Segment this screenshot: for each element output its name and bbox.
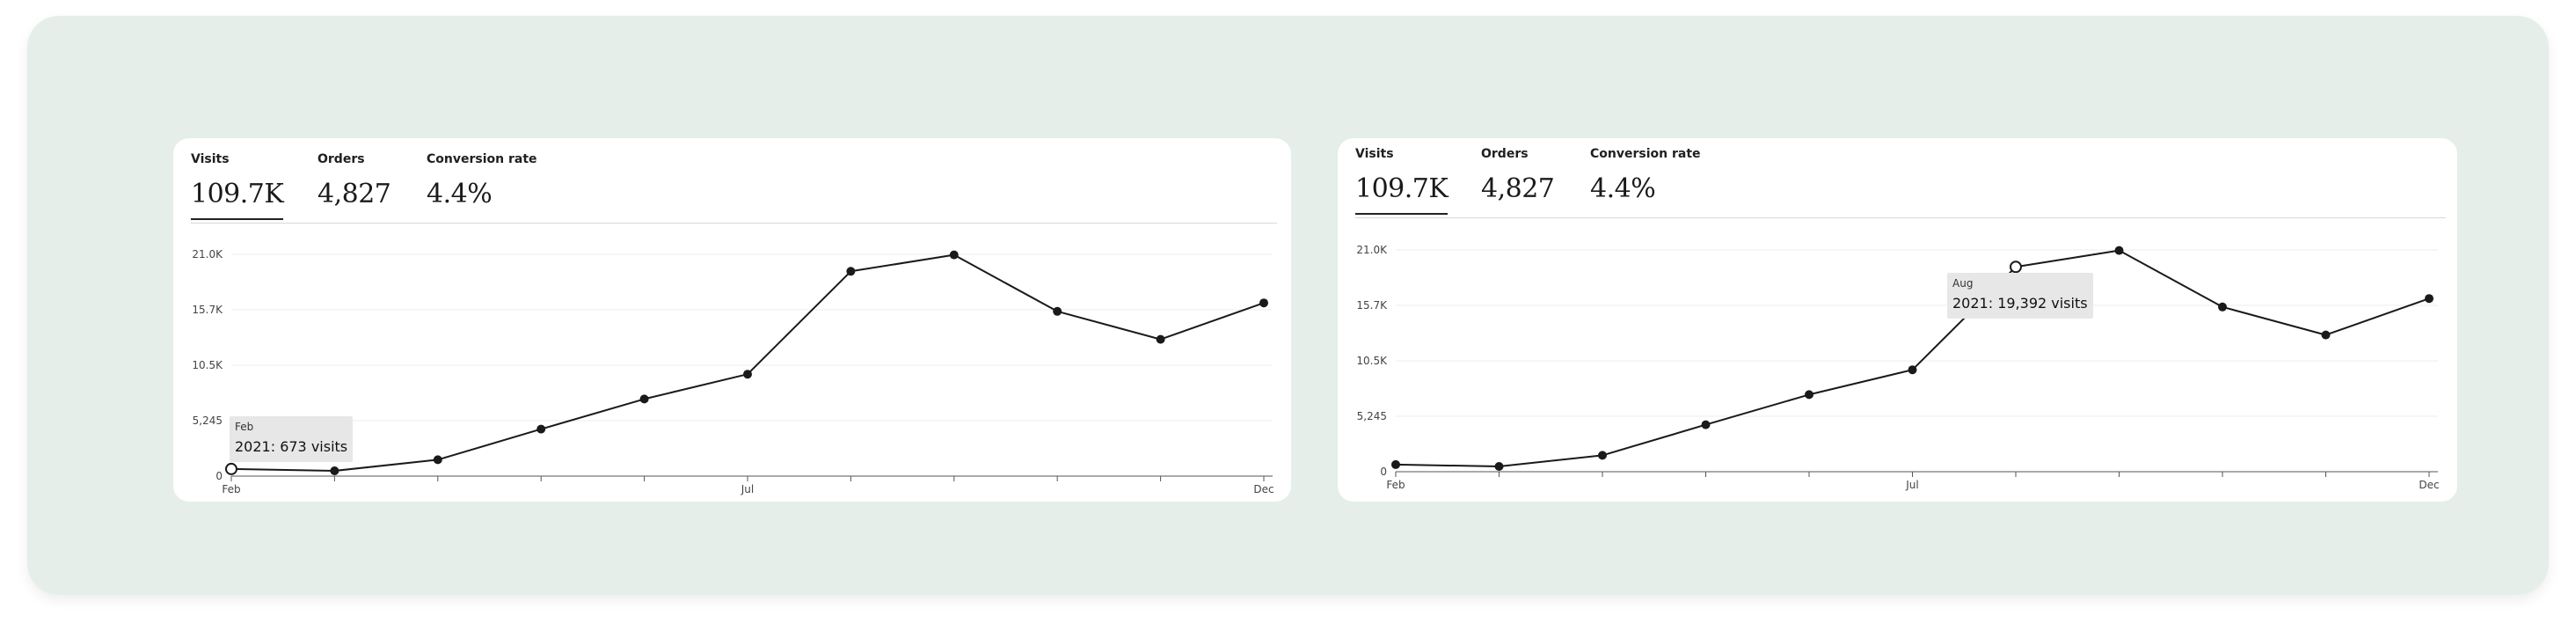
y-tick-label: 15.7K: [192, 304, 223, 316]
data-point: [1494, 462, 1504, 471]
x-tick-label: Dec: [1253, 483, 1273, 495]
highlighted-point: [2010, 260, 2022, 274]
data-point: [846, 267, 856, 276]
data-point: [330, 466, 339, 475]
data-point: [1598, 451, 1607, 460]
series-line: [230, 253, 1265, 472]
y-tick-label: 5,245: [193, 415, 223, 427]
y-tick-label: 15.7K: [1356, 299, 1388, 312]
y-tick-label: 21.0K: [1356, 244, 1388, 256]
x-tick-label: Jul: [741, 483, 754, 495]
data-point: [2425, 294, 2434, 304]
data-point: [536, 424, 546, 434]
y-tick-label: 10.5K: [1356, 355, 1388, 367]
data-point: [1391, 459, 1400, 469]
data-point: [743, 370, 752, 379]
data-point: [1701, 420, 1711, 429]
data-point: [1805, 390, 1813, 400]
y-tick-label: 0: [215, 470, 223, 482]
data-point: [1053, 306, 1062, 316]
chart-tooltip: Feb 2021: 673 visits: [230, 416, 354, 462]
y-tick-label: 21.0K: [192, 248, 223, 260]
chart-tooltip: Aug 2021: 19,392 visits: [1947, 273, 2093, 319]
line-chart: 0 5,245 10.5K 15.7K 21.0K Feb Jul Dec: [1356, 244, 2439, 491]
x-tick-label: Dec: [2419, 479, 2439, 491]
data-point: [2218, 302, 2227, 312]
data-point: [1908, 365, 1917, 375]
y-tick-label: 0: [1380, 466, 1387, 478]
data-point: [2321, 330, 2331, 340]
series-line: [1395, 249, 2430, 467]
data-point: [2114, 246, 2124, 255]
data-point: [433, 455, 442, 465]
tooltip-label: Aug: [1952, 277, 1974, 290]
tooltip-label: Feb: [235, 421, 254, 433]
data-point: [639, 394, 649, 404]
analytics-card-1: Visits 109.7K Orders 4,827 Conversion ra…: [173, 138, 1291, 502]
x-tick-label: Jul: [1905, 479, 1918, 491]
analytics-card-2: Visits 109.7K Orders 4,827 Conversion ra…: [1338, 138, 2457, 502]
x-tick-label: Feb: [222, 483, 240, 495]
canvas-background: Visits 109.7K Orders 4,827 Conversion ra…: [27, 16, 2549, 595]
data-point: [1156, 334, 1165, 344]
y-tick-label: 10.5K: [192, 359, 223, 371]
data-point: [949, 250, 959, 260]
tooltip-value: 2021: 673 visits: [235, 438, 348, 455]
highlighted-point: [225, 462, 237, 475]
data-point: [1259, 298, 1268, 308]
x-tick-label: Feb: [1386, 479, 1405, 491]
y-tick-label: 5,245: [1357, 410, 1387, 422]
tooltip-value: 2021: 19,392 visits: [1952, 295, 2088, 312]
